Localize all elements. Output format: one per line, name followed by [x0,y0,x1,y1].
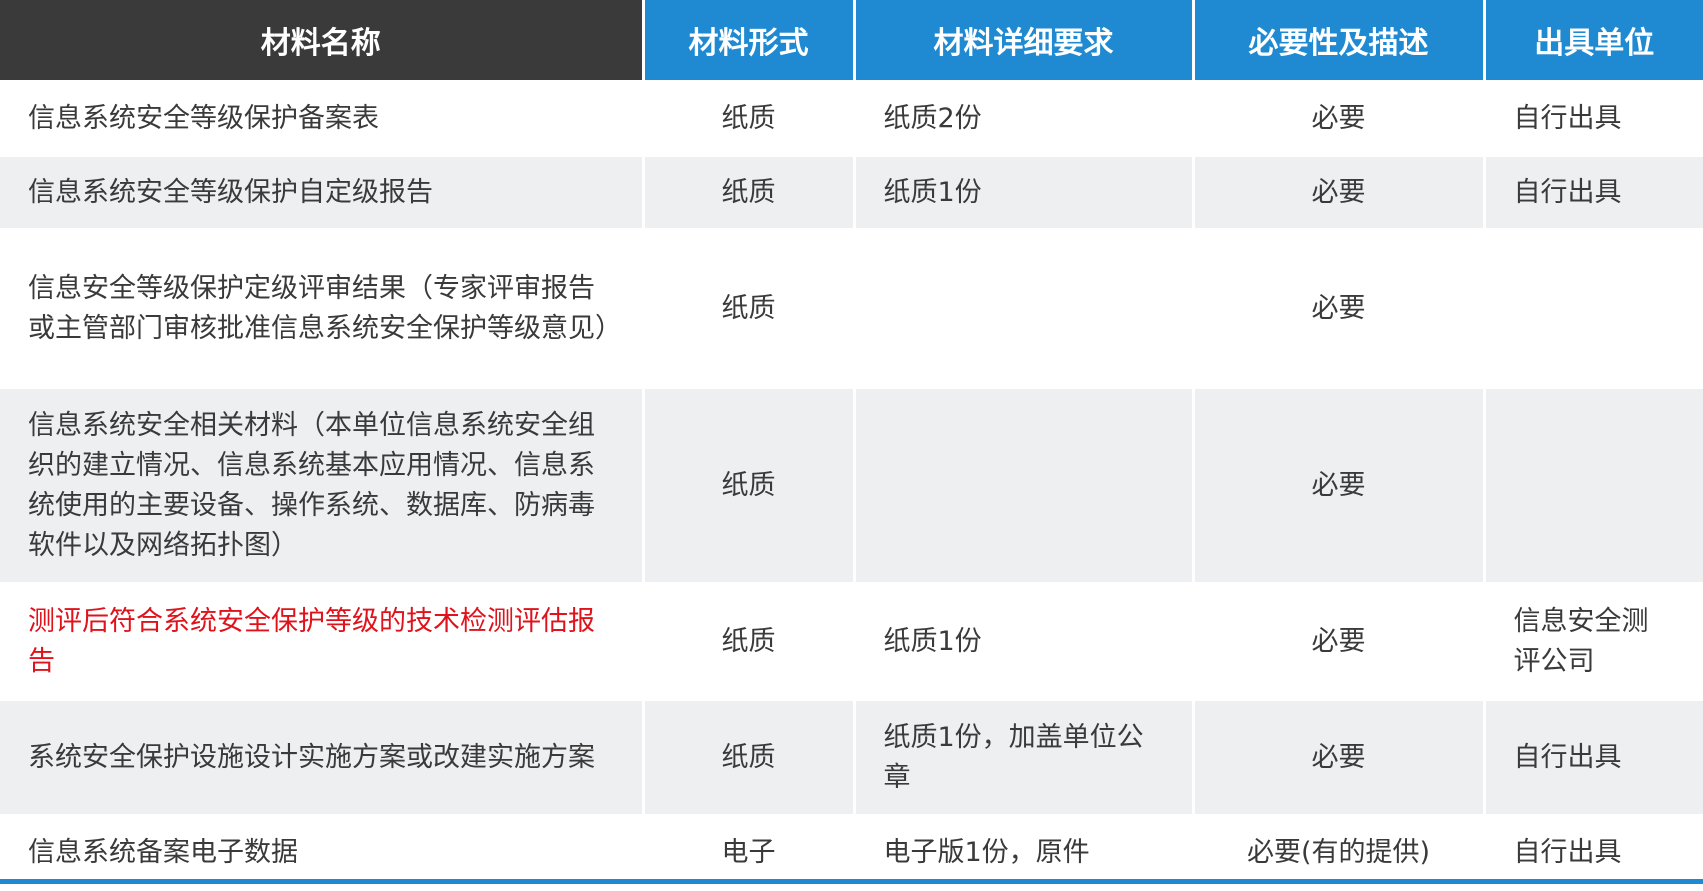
cell-detail: 纸质1份 [854,155,1195,231]
cell-form: 纸质 [643,699,856,817]
cell-issuer: 自行出具 [1484,155,1703,231]
cell-detail [854,387,1195,585]
header-material-form: 材料形式 [643,0,856,83]
cell-issuer: 自行出具 [1484,81,1703,157]
table-bottom-border [0,879,1703,884]
cell-issuer: 信息安全测评公司 [1484,583,1703,701]
cell-detail: 纸质1份，加盖单位公章 [854,699,1195,817]
cell-form: 纸质 [643,155,856,231]
table-row: 信息系统安全相关材料（本单位信息系统安全组织的建立情况、信息系统基本应用情况、信… [0,387,1703,585]
header-material-detail: 材料详细要求 [854,0,1195,83]
cell-form: 纸质 [643,229,856,389]
table-row: 信息系统安全等级保护自定级报告 纸质 纸质1份 必要 自行出具 [0,155,1703,231]
cell-necessity: 必要 [1193,155,1486,231]
header-necessity: 必要性及描述 [1193,0,1486,83]
cell-necessity: 必要 [1193,699,1486,817]
cell-necessity: 必要 [1193,229,1486,389]
cell-necessity: 必要 [1193,81,1486,157]
cell-name: 信息系统安全相关材料（本单位信息系统安全组织的建立情况、信息系统基本应用情况、信… [0,387,645,585]
cell-issuer [1484,229,1703,389]
cell-issuer: 自行出具 [1484,699,1703,817]
cell-detail: 纸质1份 [854,583,1195,701]
table-row: 测评后符合系统安全保护等级的技术检测评估报告 纸质 纸质1份 必要 信息安全测评… [0,583,1703,701]
table-header-row: 材料名称 材料形式 材料详细要求 必要性及描述 出具单位 [0,0,1703,83]
cell-name-highlighted: 测评后符合系统安全保护等级的技术检测评估报告 [0,583,645,701]
header-material-name: 材料名称 [0,0,645,83]
materials-table: 材料名称 材料形式 材料详细要求 必要性及描述 出具单位 信息系统安全等级保护备… [0,0,1703,891]
cell-form: 纸质 [643,387,856,585]
cell-form: 纸质 [643,81,856,157]
cell-name: 信息系统安全等级保护自定级报告 [0,155,645,231]
materials-table-container: 材料名称 材料形式 材料详细要求 必要性及描述 出具单位 信息系统安全等级保护备… [0,0,1703,891]
cell-necessity: 必要 [1193,583,1486,701]
cell-detail: 纸质2份 [854,81,1195,157]
table-row: 信息系统安全等级保护备案表 纸质 纸质2份 必要 自行出具 [0,81,1703,157]
cell-name: 信息安全等级保护定级评审结果（专家评审报告或主管部门审核批准信息系统安全保护等级… [0,229,645,389]
cell-detail [854,229,1195,389]
cell-name: 信息系统安全等级保护备案表 [0,81,645,157]
cell-name: 系统安全保护设施设计实施方案或改建实施方案 [0,699,645,817]
table-row: 信息安全等级保护定级评审结果（专家评审报告或主管部门审核批准信息系统安全保护等级… [0,229,1703,389]
header-issuer: 出具单位 [1484,0,1703,83]
table-row: 系统安全保护设施设计实施方案或改建实施方案 纸质 纸质1份，加盖单位公章 必要 … [0,699,1703,817]
cell-form: 纸质 [643,583,856,701]
cell-necessity: 必要 [1193,387,1486,585]
cell-issuer [1484,387,1703,585]
